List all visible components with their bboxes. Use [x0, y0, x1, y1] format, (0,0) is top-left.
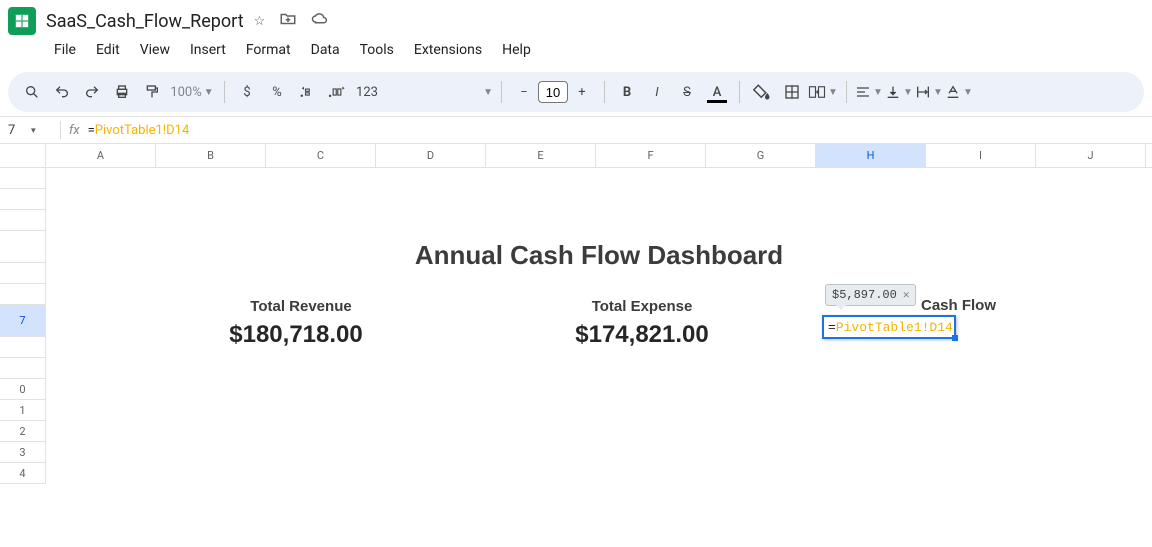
- row-header[interactable]: [0, 168, 45, 189]
- active-cell-editor[interactable]: =PivotTable1!D14: [822, 315, 956, 339]
- column-header-f[interactable]: F: [596, 144, 706, 167]
- cloud-status-icon[interactable]: [311, 10, 329, 32]
- cash-flow-label: Cash Flow: [921, 297, 1141, 314]
- cell-editor-equals: =: [828, 320, 836, 335]
- font-size-input[interactable]: [538, 81, 568, 103]
- more-formats-button[interactable]: 123: [353, 78, 381, 106]
- fill-color-button[interactable]: [748, 78, 776, 106]
- formula-equals: =: [88, 123, 95, 138]
- menu-format[interactable]: Format: [238, 38, 299, 62]
- menu-tools[interactable]: Tools: [352, 38, 402, 62]
- column-header-g[interactable]: G: [706, 144, 816, 167]
- strikethrough-button[interactable]: S: [673, 78, 701, 106]
- font-family-dropdown[interactable]: ▼: [383, 78, 493, 106]
- paint-format-button[interactable]: [138, 78, 166, 106]
- text-wrap-button[interactable]: ▼: [915, 78, 943, 106]
- column-header-b[interactable]: B: [156, 144, 266, 167]
- star-icon[interactable]: ☆: [254, 14, 266, 29]
- row-headers: 7 01234: [0, 168, 46, 484]
- increase-decimal-button[interactable]: [323, 78, 351, 106]
- row-header[interactable]: [0, 231, 45, 263]
- text-color-button[interactable]: A: [703, 78, 731, 106]
- column-header-e[interactable]: E: [486, 144, 596, 167]
- text-rotation-button[interactable]: ▼: [945, 78, 973, 106]
- increase-font-size-button[interactable]: +: [568, 78, 596, 106]
- preview-value: $5,897.00: [832, 288, 897, 302]
- row-header[interactable]: 7: [0, 305, 45, 337]
- toolbar: 100%▼ $ % 123 ▼ − + B I S A ▼ ▼ ▼ ▼ ▼: [8, 72, 1144, 112]
- separator: [604, 81, 605, 103]
- separator: [501, 81, 502, 103]
- menu-data[interactable]: Data: [303, 38, 348, 62]
- format-currency-button[interactable]: $: [233, 78, 261, 106]
- total-revenue-value: $180,718.00: [166, 321, 426, 349]
- name-box[interactable]: 7 ▼: [0, 123, 52, 138]
- column-header-d[interactable]: D: [376, 144, 486, 167]
- sheets-app-icon[interactable]: [8, 7, 36, 35]
- separator: [739, 81, 740, 103]
- separator: [846, 81, 847, 103]
- menu-edit[interactable]: Edit: [88, 38, 128, 62]
- row-header[interactable]: 1: [0, 400, 45, 421]
- decrease-decimal-button[interactable]: [293, 78, 321, 106]
- search-menus-icon[interactable]: [18, 78, 46, 106]
- formula-input[interactable]: =PivotTable1!D14: [88, 123, 1152, 138]
- format-percent-button[interactable]: %: [263, 78, 291, 106]
- row-header[interactable]: [0, 337, 45, 358]
- cell-editor-reference: PivotTable1!D14: [836, 320, 953, 335]
- fx-icon: fx: [69, 123, 80, 138]
- row-header[interactable]: 0: [0, 379, 45, 400]
- menu-file[interactable]: File: [46, 38, 84, 62]
- menu-help[interactable]: Help: [494, 38, 539, 62]
- horizontal-align-button[interactable]: ▼: [855, 78, 883, 106]
- total-revenue-label: Total Revenue: [196, 298, 406, 315]
- column-header-a[interactable]: A: [46, 144, 156, 167]
- borders-button[interactable]: [778, 78, 806, 106]
- move-to-folder-icon[interactable]: [279, 10, 297, 32]
- chevron-down-icon: ▼: [29, 126, 37, 135]
- menu-extensions[interactable]: Extensions: [406, 38, 490, 62]
- column-header-j[interactable]: J: [1036, 144, 1146, 167]
- column-header-i[interactable]: I: [926, 144, 1036, 167]
- row-header[interactable]: [0, 263, 45, 284]
- select-all-corner[interactable]: [0, 144, 46, 167]
- formula-result-preview: $5,897.00 ✕: [825, 284, 916, 306]
- formula-reference: PivotTable1!D14: [95, 123, 190, 138]
- row-header[interactable]: 4: [0, 463, 45, 484]
- total-expense-value: $174,821.00: [512, 321, 772, 349]
- sheets-icon: [13, 12, 31, 30]
- decrease-font-size-button[interactable]: −: [510, 78, 538, 106]
- dashboard-title: Annual Cash Flow Dashboard: [46, 240, 1152, 271]
- spreadsheet-grid: ABCDEFGHIJ 7 01234 Annual Cash Flow Dashb…: [0, 144, 1152, 484]
- vertical-align-button[interactable]: ▼: [885, 78, 913, 106]
- merge-cells-button[interactable]: ▼: [808, 78, 838, 106]
- row-header[interactable]: [0, 284, 45, 305]
- column-headers: ABCDEFGHIJ: [0, 144, 1152, 168]
- italic-button[interactable]: I: [643, 78, 671, 106]
- menu-bar: File Edit View Insert Format Data Tools …: [0, 36, 1152, 68]
- row-header[interactable]: 3: [0, 442, 45, 463]
- undo-button[interactable]: [48, 78, 76, 106]
- separator: [224, 81, 225, 103]
- column-header-h[interactable]: H: [816, 144, 926, 167]
- row-header[interactable]: [0, 189, 45, 210]
- bold-button[interactable]: B: [613, 78, 641, 106]
- row-header[interactable]: 2: [0, 421, 45, 442]
- separator: [60, 121, 61, 139]
- document-title[interactable]: SaaS_Cash_Flow_Report: [46, 11, 244, 32]
- print-button[interactable]: [108, 78, 136, 106]
- name-box-value: 7: [8, 123, 15, 138]
- row-header[interactable]: [0, 358, 45, 379]
- column-header-c[interactable]: C: [266, 144, 376, 167]
- redo-button[interactable]: [78, 78, 106, 106]
- menu-view[interactable]: View: [132, 38, 178, 62]
- cells[interactable]: Annual Cash Flow Dashboard Total Revenue…: [46, 168, 1152, 484]
- close-icon[interactable]: ✕: [903, 288, 910, 302]
- row-header[interactable]: [0, 210, 45, 231]
- title-bar: SaaS_Cash_Flow_Report ☆: [0, 0, 1152, 36]
- menu-insert[interactable]: Insert: [182, 38, 234, 62]
- zoom-dropdown[interactable]: 100%▼: [168, 78, 216, 106]
- formula-bar: 7 ▼ fx =PivotTable1!D14: [0, 116, 1152, 144]
- total-expense-label: Total Expense: [532, 298, 752, 315]
